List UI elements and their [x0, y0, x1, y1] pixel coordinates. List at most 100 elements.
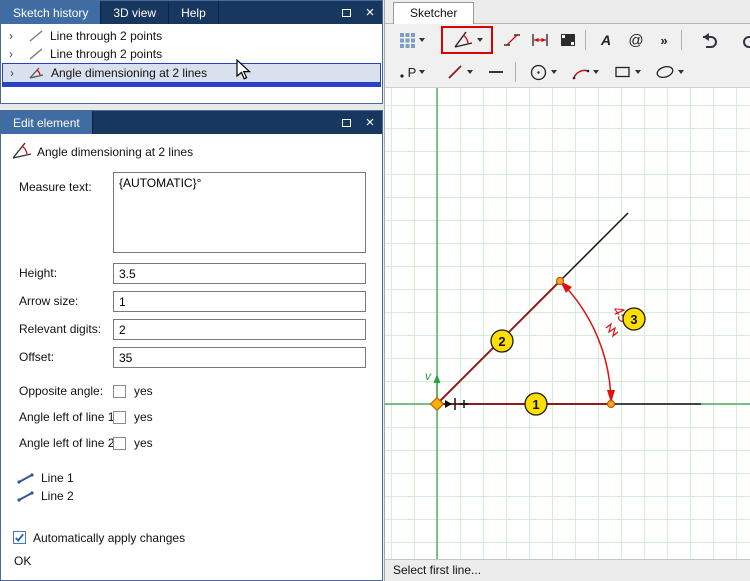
pattern-array-tool-button[interactable]	[393, 27, 431, 53]
measure-text-label: Measure text:	[19, 180, 92, 194]
close-button[interactable]: ×	[358, 1, 382, 24]
filled-square-icon	[561, 34, 575, 46]
offset-input[interactable]	[113, 347, 366, 368]
point-dot-icon	[400, 74, 404, 78]
expander-icon[interactable]: ›	[9, 30, 19, 42]
text-tool-button[interactable]: A	[593, 27, 619, 53]
relevant-digits-input[interactable]	[113, 319, 366, 340]
auto-apply-label: Automatically apply changes	[33, 531, 186, 545]
history-row[interactable]: › Line through 2 points	[2, 27, 381, 45]
chevron-down-icon	[593, 70, 599, 74]
chevron-down-icon	[677, 70, 684, 74]
undo-button[interactable]	[693, 27, 723, 53]
angle-left-line2-yes-label: yes	[134, 436, 153, 450]
tab-help[interactable]: Help	[169, 1, 219, 24]
construction-line-diagonal[interactable]	[559, 212, 629, 282]
toolbar-separator	[585, 30, 586, 50]
arc-icon	[572, 69, 590, 80]
angle-dimension-arc[interactable]	[559, 280, 612, 405]
redo-button[interactable]	[737, 27, 750, 53]
toolbar-row-2: P	[385, 56, 750, 88]
arrow-size-label: Arrow size:	[19, 294, 79, 308]
line1-reference-label[interactable]: Line 1	[41, 470, 74, 486]
status-text: Select first line...	[393, 563, 482, 577]
horizontal-dimension-tool-button[interactable]	[527, 27, 553, 53]
line-reference-icon	[17, 473, 34, 484]
history-row[interactable]: › Line through 2 points	[2, 45, 381, 63]
line-icon	[447, 65, 462, 79]
sketchy-stroke-decoration	[605, 322, 619, 338]
status-bar: Select first line...	[385, 559, 750, 581]
tab-3d-view[interactable]: 3D view	[101, 1, 170, 24]
ok-button[interactable]: OK	[14, 554, 31, 568]
badge-1-label: 1	[532, 397, 539, 412]
close-button[interactable]: ×	[358, 111, 382, 134]
tab-sketch-history[interactable]: Sketch history	[1, 1, 102, 24]
history-row-label: Line through 2 points	[50, 47, 163, 61]
badge-3: 3	[622, 307, 646, 331]
ellipse-tool-button[interactable]	[651, 59, 687, 85]
slope-dimension-icon	[504, 34, 520, 46]
edit-header-title: Angle dimensioning at 2 lines	[37, 145, 194, 159]
badge-3-label: 3	[630, 312, 637, 327]
rectangle-icon	[615, 66, 630, 78]
angle-left-line1-checkbox[interactable]	[113, 411, 126, 424]
titlebar-spacer	[219, 1, 334, 24]
undo-icon	[703, 33, 717, 48]
line-icon	[29, 30, 43, 42]
opposite-angle-checkbox[interactable]	[113, 385, 126, 398]
redo-icon	[743, 36, 750, 48]
offset-label: Offset:	[19, 350, 55, 364]
toolbar-row-1: A @ »	[385, 24, 750, 56]
maximize-button[interactable]	[334, 1, 358, 24]
filled-region-tool-button[interactable]	[555, 27, 581, 53]
tab-sketcher[interactable]: Sketcher	[393, 2, 475, 24]
line-icon	[29, 48, 43, 60]
axis-arrow-icon	[433, 374, 441, 383]
measure-text-field[interactable]: {AUTOMATIC}°	[113, 172, 366, 253]
line-tool-button[interactable]	[441, 59, 477, 85]
angle-left-line2-label: Angle left of line 2:	[19, 436, 118, 450]
auto-apply-checkbox[interactable]	[13, 531, 26, 544]
maximize-icon	[341, 8, 351, 17]
badge-1: 1	[524, 392, 548, 416]
rectangle-tool-button[interactable]	[609, 59, 645, 85]
at-symbol-icon: @	[628, 31, 644, 49]
line2-reference-label[interactable]: Line 2	[41, 488, 74, 504]
angle-left-line2-checkbox[interactable]	[113, 437, 126, 450]
endpoint-marker[interactable]	[555, 276, 565, 286]
sketch-canvas[interactable]: v 45° 1 2 3	[385, 88, 750, 559]
pattern-grid-icon	[400, 32, 415, 48]
tab-edit-element[interactable]: Edit element	[1, 111, 93, 134]
angle-dimension-tool-button[interactable]	[452, 27, 483, 53]
line-reference-icon	[17, 491, 34, 502]
highlight-annotation-box	[441, 26, 493, 54]
horizontal-line-icon	[489, 71, 503, 73]
chevron-down-icon	[635, 70, 641, 74]
sketcher-panel: Sketcher A @ » P v 45° 1 2 3 Select firs…	[384, 0, 750, 581]
more-tools-button[interactable]: »	[655, 27, 673, 53]
sketch-history-window: Sketch history 3D view Help × › Line thr…	[0, 0, 383, 104]
horizontal-line-tool-button[interactable]	[483, 59, 509, 85]
badge-2-label: 2	[498, 334, 505, 349]
edit-element-titlebar: Edit element ×	[1, 111, 382, 134]
text-tool-icon: A	[600, 32, 612, 48]
double-chevron-right-icon: »	[660, 32, 668, 48]
point-tool-button[interactable]: P	[393, 59, 431, 85]
expander-icon[interactable]: ›	[9, 48, 19, 60]
point-tool-icon: P	[407, 64, 417, 80]
expander-icon[interactable]: ›	[10, 67, 20, 79]
slope-dimension-tool-button[interactable]	[499, 27, 525, 53]
endpoint-marker[interactable]	[606, 399, 616, 409]
axis-v-label: v	[425, 369, 432, 383]
circle-tool-button[interactable]	[525, 59, 561, 85]
maximize-button[interactable]	[334, 111, 358, 134]
arrow-size-input[interactable]	[113, 291, 366, 312]
arc-tool-button[interactable]	[567, 59, 603, 85]
relevant-digits-label: Relevant digits:	[19, 322, 102, 336]
history-row[interactable]: › Angle dimensioning at 2 lines	[2, 63, 381, 87]
at-symbol-tool-button[interactable]: @	[623, 27, 649, 53]
angle-dimension-icon	[29, 67, 44, 79]
constraint-arrow-icon	[445, 400, 452, 408]
height-input[interactable]	[113, 263, 366, 284]
